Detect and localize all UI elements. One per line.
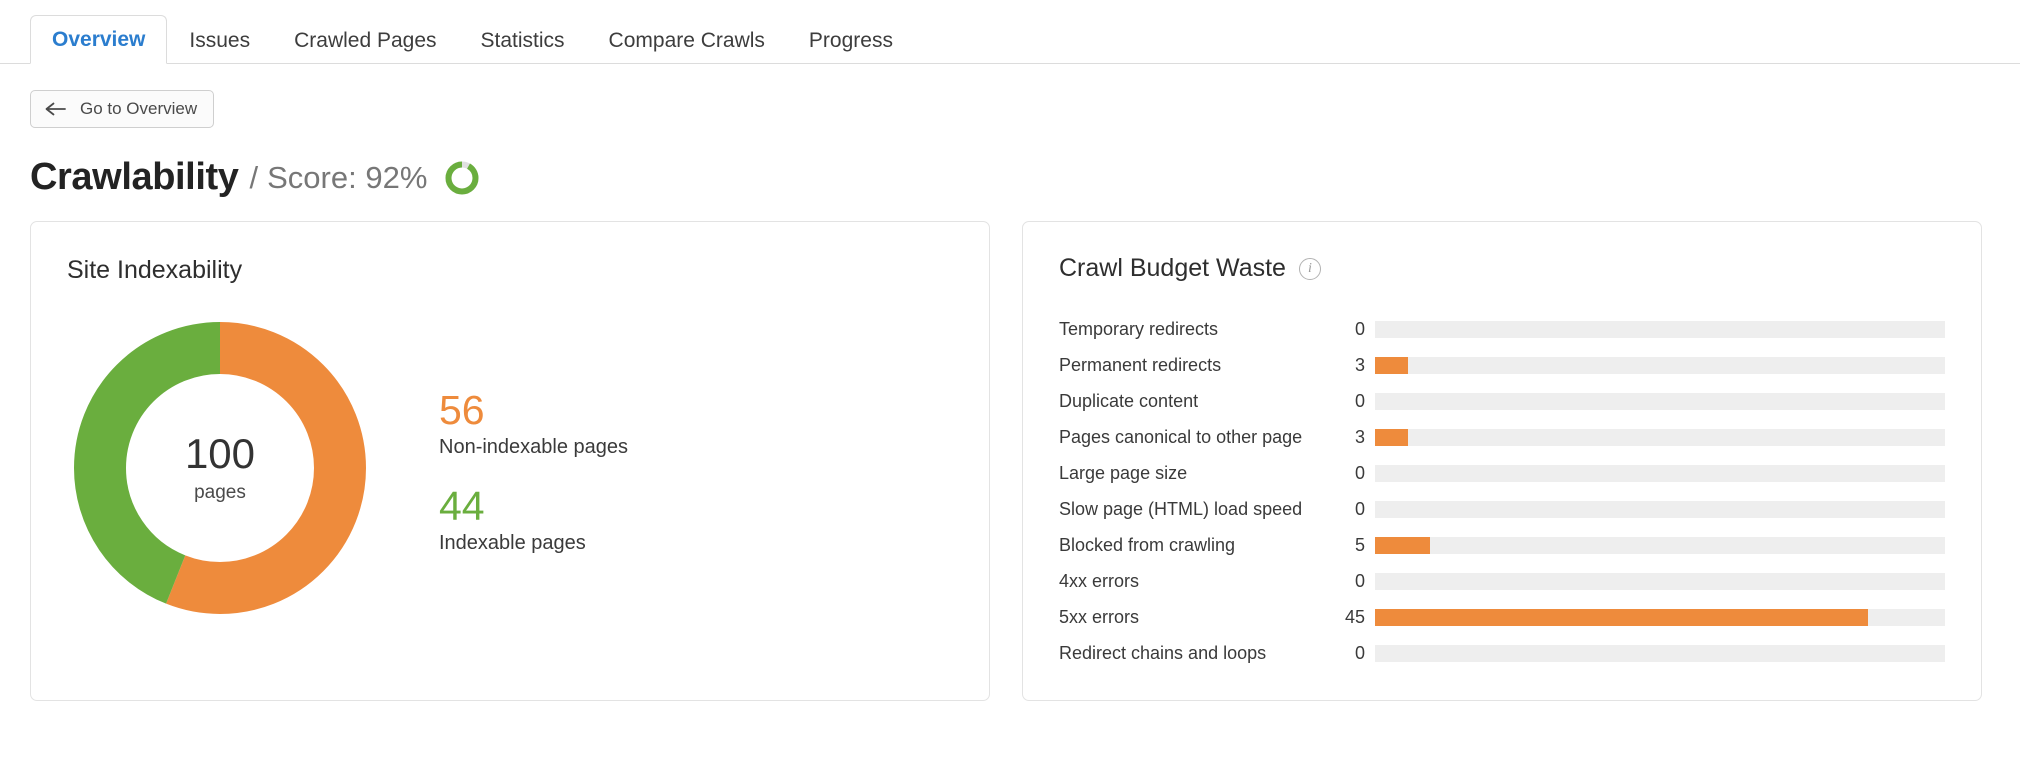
site-indexability-chart: 100 pages 56 Non-indexable pages 44 Inde… bbox=[31, 285, 989, 623]
waste-row-label: Large page size bbox=[1059, 462, 1188, 483]
crawl-budget-waste-card: Crawl Budget Waste i Temporary redirects… bbox=[1022, 221, 1982, 701]
waste-row-label: Blocked from crawling bbox=[1059, 534, 1236, 555]
tab-issues[interactable]: Issues bbox=[167, 16, 272, 64]
tab-label: Crawled Pages bbox=[294, 29, 437, 52]
waste-row-bar-track bbox=[1375, 464, 1945, 482]
waste-row[interactable]: 4xx errors 0 bbox=[1059, 563, 1945, 599]
waste-row-bar-fill bbox=[1375, 428, 1409, 446]
tab-overview[interactable]: Overview bbox=[30, 15, 168, 64]
tab-crawled-pages[interactable]: Crawled Pages bbox=[272, 16, 458, 64]
crawl-budget-waste-header: Crawl Budget Waste i bbox=[1023, 222, 1981, 283]
page-title: Crawlability / Score: 92% bbox=[30, 156, 1990, 199]
waste-row[interactable]: Permanent redirects 3 bbox=[1059, 347, 1945, 383]
waste-row[interactable]: Duplicate content 0 bbox=[1059, 383, 1945, 419]
waste-row-bar-track bbox=[1375, 500, 1945, 518]
waste-row-value: 0 bbox=[1354, 462, 1365, 483]
waste-row-bar-track bbox=[1375, 392, 1945, 410]
waste-row-label: 5xx errors bbox=[1059, 606, 1140, 627]
go-to-overview-label: Go to Overview bbox=[80, 99, 198, 118]
tab-label: Compare Crawls bbox=[608, 29, 765, 52]
waste-row-bar-track bbox=[1375, 644, 1945, 662]
crawl-budget-waste-title: Crawl Budget Waste bbox=[1059, 254, 1286, 282]
waste-row[interactable]: Redirect chains and loops 0 bbox=[1059, 635, 1945, 671]
waste-row-bar-fill bbox=[1375, 536, 1430, 554]
waste-row-label: Permanent redirects bbox=[1059, 354, 1222, 375]
non-indexable-value: 56 bbox=[439, 386, 485, 433]
indexability-legend: 56 Non-indexable pages 44 Indexable page… bbox=[439, 387, 628, 555]
waste-row-bar-track bbox=[1375, 536, 1945, 554]
waste-row[interactable]: Pages canonical to other page 3 bbox=[1059, 419, 1945, 455]
indexable-value: 44 bbox=[439, 483, 485, 529]
waste-row-label: Slow page (HTML) load speed bbox=[1059, 498, 1303, 519]
site-indexability-title: Site Indexability bbox=[67, 256, 243, 284]
waste-row[interactable]: Temporary redirects 0 bbox=[1059, 311, 1945, 347]
indexability-donut: 100 pages bbox=[65, 313, 375, 623]
cards-container: Site Indexability 100 pages 56 Non-index… bbox=[30, 221, 1990, 701]
waste-row-label: Redirect chains and loops bbox=[1059, 642, 1267, 663]
waste-row-value: 0 bbox=[1354, 318, 1365, 339]
waste-row-value: 3 bbox=[1354, 426, 1365, 447]
score-ring-icon bbox=[443, 159, 481, 197]
waste-row-value: 3 bbox=[1354, 354, 1365, 375]
info-icon[interactable]: i bbox=[1298, 257, 1321, 280]
waste-row-value: 45 bbox=[1344, 606, 1365, 627]
waste-row[interactable]: Large page size 0 bbox=[1059, 455, 1945, 491]
waste-row-value: 0 bbox=[1354, 570, 1365, 591]
waste-row-label: Temporary redirects bbox=[1059, 318, 1219, 339]
waste-row-bar-fill bbox=[1375, 608, 1869, 626]
tab-label: Statistics bbox=[480, 29, 565, 52]
waste-row[interactable]: Slow page (HTML) load speed 0 bbox=[1059, 491, 1945, 527]
tab-statistics[interactable]: Statistics bbox=[459, 16, 587, 64]
page-title-text: Crawlability bbox=[30, 156, 239, 198]
waste-row-bar-fill bbox=[1375, 356, 1409, 374]
tab-label: Issues bbox=[189, 29, 251, 52]
site-indexability-card: Site Indexability 100 pages 56 Non-index… bbox=[30, 221, 990, 701]
waste-row-bar-track bbox=[1375, 356, 1945, 374]
waste-row-bar-track bbox=[1375, 572, 1945, 590]
non-indexable-label: Non-indexable pages bbox=[439, 436, 629, 458]
waste-row-bar-track bbox=[1375, 428, 1945, 446]
waste-row-value: 0 bbox=[1354, 642, 1365, 663]
go-to-overview-button[interactable]: Go to Overview bbox=[30, 90, 215, 128]
arrow-left-icon bbox=[44, 101, 68, 117]
title-separator: / bbox=[249, 159, 259, 195]
tab-compare-crawls[interactable]: Compare Crawls bbox=[587, 16, 787, 64]
crawl-budget-waste-bars: Temporary redirects 0 Permanent redirects 3… bbox=[1023, 283, 1981, 671]
waste-row[interactable]: Blocked from crawling 5 bbox=[1059, 527, 1945, 563]
waste-row-bar-track bbox=[1375, 608, 1945, 626]
tab-label: Overview bbox=[52, 28, 146, 51]
waste-row-value: 0 bbox=[1354, 390, 1365, 411]
tab-label: Progress bbox=[808, 29, 893, 52]
waste-row-value: 5 bbox=[1354, 534, 1365, 555]
waste-row-label: 4xx errors bbox=[1059, 570, 1140, 591]
score-text: Score: 92% bbox=[267, 159, 428, 195]
waste-row[interactable]: 5xx errors 45 bbox=[1059, 599, 1945, 635]
waste-row-label: Pages canonical to other page bbox=[1059, 426, 1303, 447]
waste-row-value: 0 bbox=[1354, 498, 1365, 519]
indexable-label: Indexable pages bbox=[439, 532, 586, 555]
tab-progress[interactable]: Progress bbox=[787, 16, 915, 64]
waste-row-bar-track bbox=[1375, 320, 1945, 338]
tab-bar: Overview Issues Crawled Pages Statistics… bbox=[0, 0, 2020, 64]
waste-row-label: Duplicate content bbox=[1059, 390, 1199, 411]
